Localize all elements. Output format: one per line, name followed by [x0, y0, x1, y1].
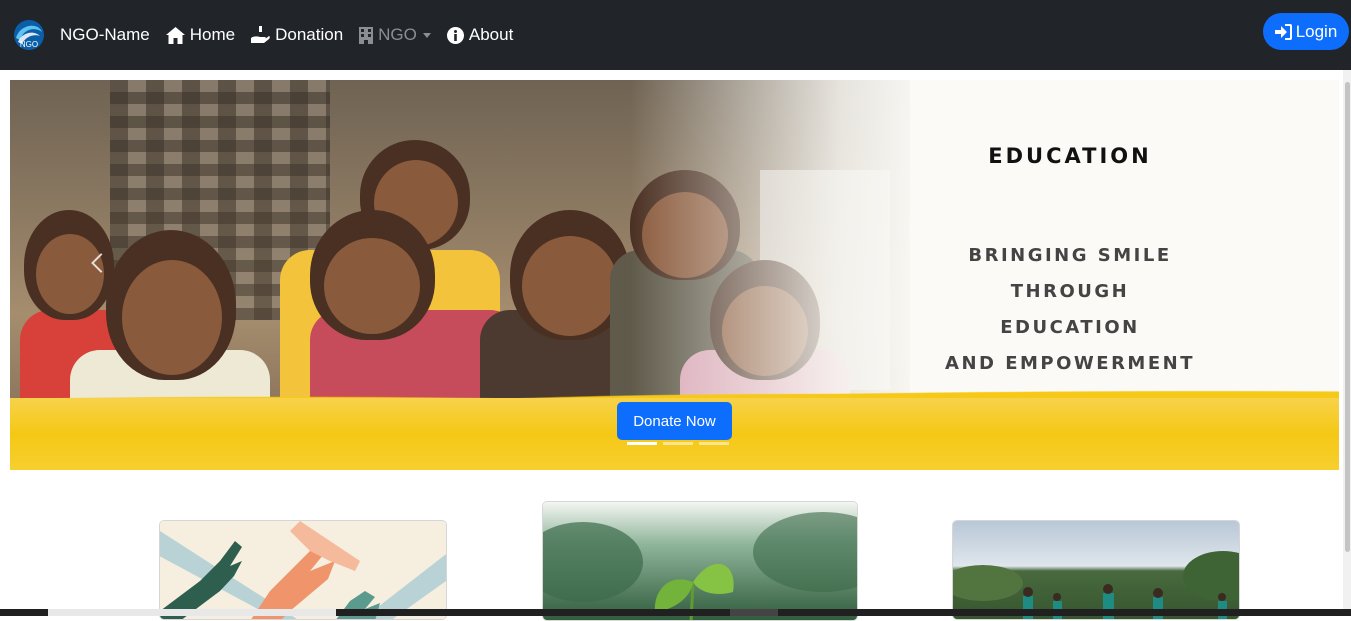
community-planting-image [953, 521, 1239, 619]
child-figure [310, 210, 435, 340]
login-label: Login [1295, 21, 1338, 41]
info-circle-icon [446, 26, 464, 44]
chevron-down-icon [422, 32, 431, 38]
helping-hands-image [160, 521, 446, 619]
ngo-logo-icon: NGO [14, 20, 44, 50]
carousel-indicator[interactable] [627, 442, 657, 445]
brand-link[interactable]: NGO NGO-Name [12, 18, 166, 52]
sapling-image [543, 502, 857, 620]
carousel-indicators [624, 442, 732, 445]
nav-home-label: Home [189, 25, 236, 44]
hero-subtitle-line: AND EMPOWERMENT [945, 353, 1195, 374]
login-button[interactable]: Login [1263, 13, 1349, 50]
sign-in-icon [1274, 23, 1292, 40]
nav-donation[interactable]: Donation [251, 25, 343, 45]
card-environment[interactable] [542, 501, 858, 621]
child-figure [106, 230, 236, 380]
hero-subtitle: BRINGING SMILE THROUGH EDUCATION AND EMP… [940, 238, 1200, 382]
carousel-indicator[interactable] [699, 442, 729, 445]
nav-about[interactable]: About [446, 25, 514, 45]
card-community[interactable] [952, 520, 1240, 620]
hero-carousel: EDUCATION BRINGING SMILE THROUGH EDUCATI… [10, 80, 1339, 470]
hero-subtitle-line: BRINGING SMILE [968, 245, 1172, 266]
building-icon [359, 26, 374, 44]
nav-ngo-label: NGO [378, 25, 417, 44]
logo-text: NGO [20, 40, 38, 49]
brand-name: NGO-Name [60, 25, 150, 44]
nav-about-label: About [468, 25, 514, 44]
hero-title: EDUCATION [988, 144, 1152, 168]
taskbar-app-icon[interactable] [730, 609, 778, 616]
carousel-indicator[interactable] [663, 442, 693, 445]
nav-home[interactable]: Home [165, 25, 236, 45]
donate-now-button[interactable]: Donate Now [617, 402, 732, 440]
scrollbar-thumb[interactable] [1345, 82, 1350, 552]
home-icon [165, 26, 185, 44]
hero-subtitle-line: THROUGH EDUCATION [1000, 281, 1140, 338]
nav-ngo-dropdown[interactable]: NGO [359, 25, 431, 45]
hand-holding-heart-icon [251, 26, 270, 43]
taskbar-search-box[interactable] [48, 609, 336, 616]
nav-donation-label: Donation [275, 25, 344, 44]
card-volunteer[interactable] [159, 520, 447, 620]
top-navbar: NGO NGO-Name Home Donation NGO About Log… [0, 0, 1351, 70]
